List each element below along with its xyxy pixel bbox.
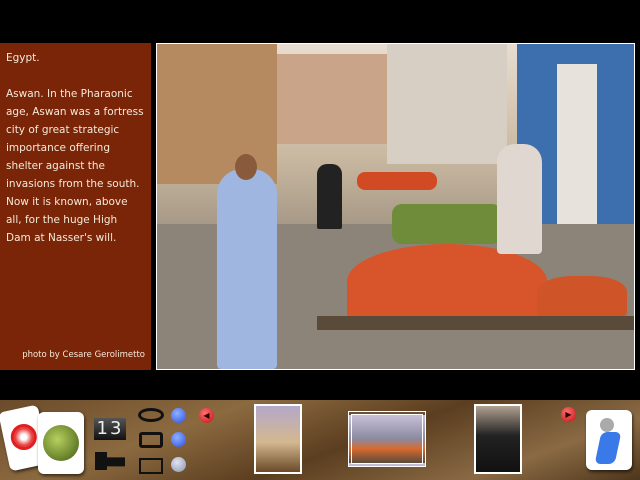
eye-icon[interactable] (138, 408, 164, 422)
thumbnail-veiled-woman[interactable] (474, 404, 522, 474)
caption-title: Egypt. (6, 52, 40, 64)
compass-icon (8, 421, 40, 453)
walking-person-body (594, 432, 622, 464)
walking-person-button[interactable] (586, 410, 632, 470)
thumbnail-market-current[interactable] (348, 411, 426, 467)
photo-credit: photo by Cesare Gerolimetto (22, 350, 145, 360)
caption-body: Aswan. In the Pharaonic age, Aswan was a… (6, 88, 144, 244)
globe-icon (43, 425, 79, 461)
toolbar: 13 ◀ ▶ (0, 400, 640, 480)
globe-card-button[interactable] (38, 412, 84, 474)
postcard-icon[interactable] (139, 458, 163, 474)
slide-counter: 13 (94, 418, 126, 440)
eye-option-dot[interactable] (171, 408, 186, 423)
walking-person-icon (600, 418, 614, 432)
postcard-option-dot[interactable] (171, 457, 186, 472)
film-icon[interactable] (95, 452, 125, 470)
camera-option-dot[interactable] (171, 432, 186, 447)
main-photo (156, 43, 635, 370)
thumbnail-mosque[interactable] (254, 404, 302, 474)
prev-arrow-button[interactable]: ◀ (199, 408, 214, 423)
caption-panel: Egypt. Aswan. In the Pharaonic age, Aswa… (0, 43, 151, 370)
camera-icon[interactable] (139, 432, 163, 448)
next-arrow-button[interactable]: ▶ (561, 407, 576, 422)
